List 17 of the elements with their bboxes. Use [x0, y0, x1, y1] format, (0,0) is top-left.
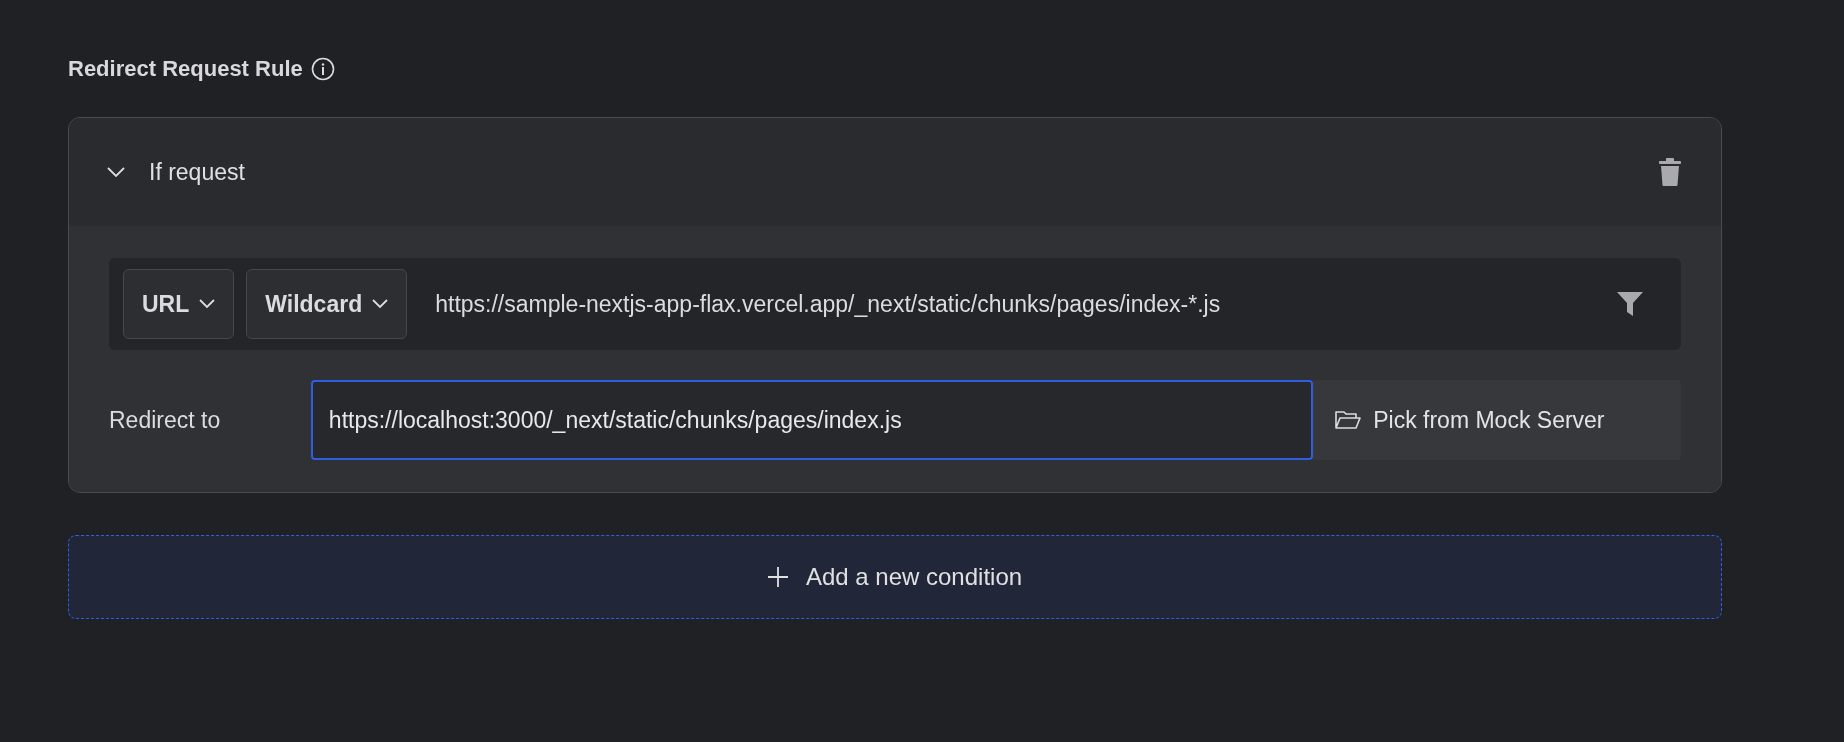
chevron-down-icon — [199, 299, 216, 309]
condition-value[interactable]: https://sample-nextjs-app-flax.vercel.app/_next/static/chunks/pages/index-*.js — [435, 286, 1605, 322]
filter-icon[interactable] — [1617, 291, 1643, 317]
pick-mock-server-button[interactable]: Pick from Mock Server — [1313, 380, 1681, 460]
folder-icon — [1335, 410, 1362, 430]
plus-icon — [767, 567, 788, 587]
rule-title: Redirect Request Rule — [68, 55, 303, 83]
chevron-down-icon[interactable] — [107, 166, 125, 178]
card-header-label: If request — [149, 157, 245, 187]
chevron-down-icon — [372, 299, 389, 309]
trash-icon[interactable] — [1659, 158, 1681, 186]
dropdown-button[interactable]: Wildcard — [246, 269, 408, 339]
redirect-label: Redirect to — [109, 405, 222, 435]
dropdown-button[interactable]: URL — [123, 269, 235, 339]
info-icon[interactable] — [310, 56, 335, 81]
add-condition-button[interactable]: Add a new condition — [68, 535, 1722, 619]
redirect-url-field[interactable]: https://localhost:3000/_next/static/chunks/pages/index.js — [310, 380, 1314, 460]
